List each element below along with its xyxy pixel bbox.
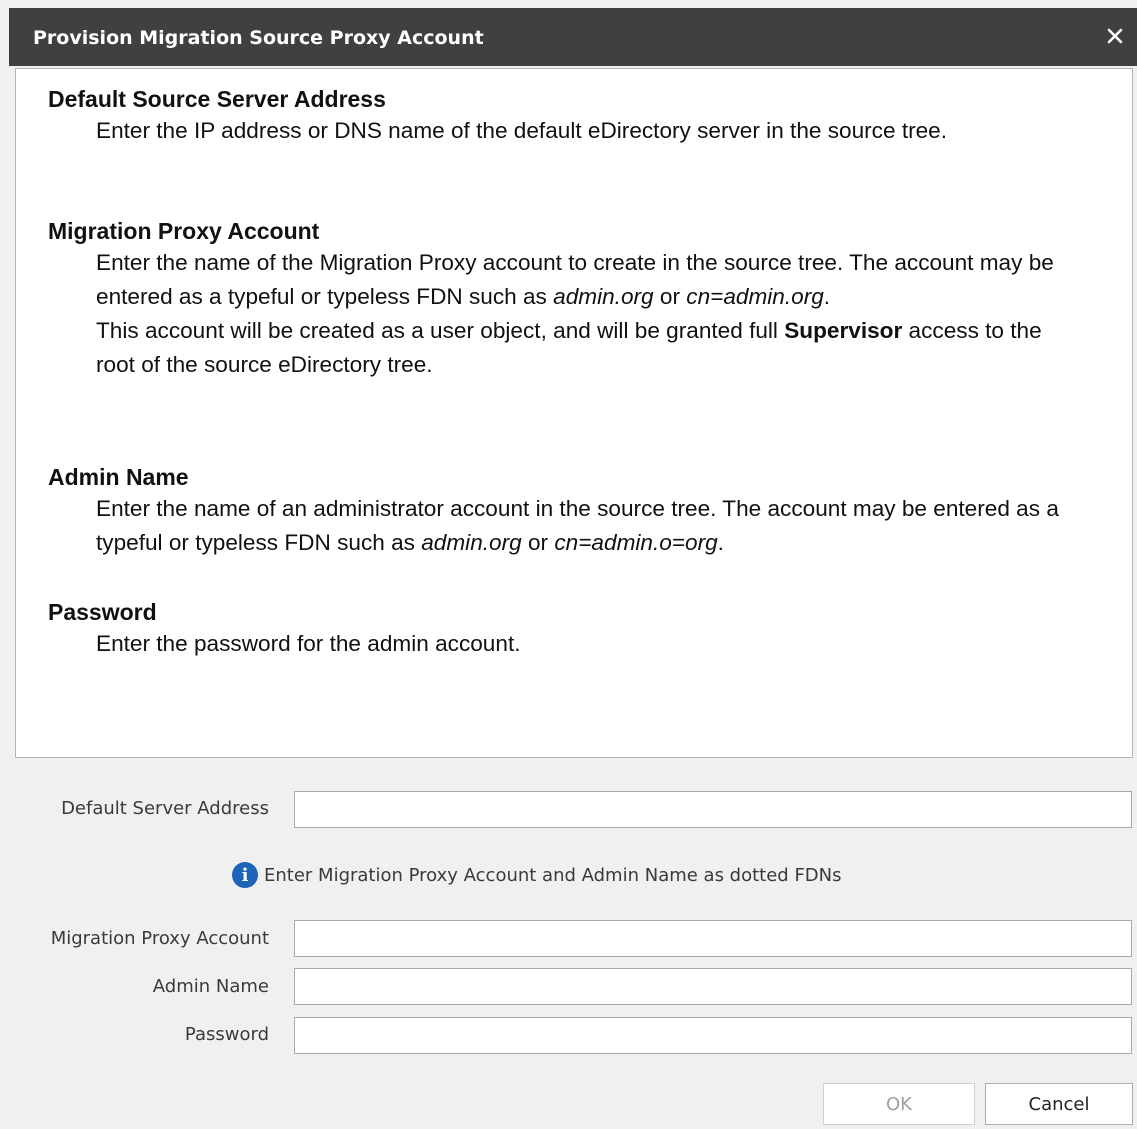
help-text-segment: This account will be created as a user o…	[96, 318, 785, 343]
help-text: Enter the name of an administrator accou…	[48, 492, 1068, 560]
provision-proxy-dialog: Provision Migration Source Proxy Account…	[0, 0, 1137, 1129]
help-example-fdn: admin.org	[553, 284, 654, 309]
help-text: Enter the password for the admin account…	[96, 631, 521, 656]
ok-button[interactable]: OK	[823, 1083, 975, 1125]
migration-proxy-account-input[interactable]	[294, 920, 1132, 957]
help-pane: Default Source Server Address Enter the …	[15, 68, 1133, 758]
help-bold-term: Supervisor	[784, 318, 903, 343]
default-server-address-input[interactable]	[294, 791, 1132, 828]
info-hint: i Enter Migration Proxy Account and Admi…	[232, 862, 842, 888]
close-button[interactable]	[1093, 14, 1137, 58]
help-text: Enter the name of the Migration Proxy ac…	[48, 246, 1068, 382]
help-text-segment: .	[717, 530, 724, 555]
help-text-segment: or	[521, 530, 555, 555]
help-section-admin-name: Admin Name Enter the name of an administ…	[48, 462, 1068, 560]
default-server-address-label: Default Server Address	[61, 798, 269, 819]
help-section-password: Password Enter the password for the admi…	[48, 597, 1068, 661]
admin-name-input[interactable]	[294, 968, 1132, 1005]
password-label: Password	[184, 1024, 269, 1045]
window-title: Provision Migration Source Proxy Account	[33, 27, 484, 49]
help-heading: Migration Proxy Account	[48, 218, 320, 244]
close-icon	[1107, 28, 1123, 44]
help-heading: Password	[48, 599, 157, 625]
help-text-segment: .	[823, 284, 831, 309]
help-example-fdn: cn=admin.o=org	[554, 530, 718, 555]
help-example-fdn: cn=admin.org	[686, 284, 824, 309]
help-section-default-server: Default Source Server Address Enter the …	[48, 84, 1068, 148]
help-text-segment: or	[653, 284, 687, 309]
password-input[interactable]	[294, 1017, 1132, 1054]
info-icon: i	[232, 862, 258, 888]
info-hint-text: Enter Migration Proxy Account and Admin …	[264, 864, 842, 886]
help-example-fdn: admin.org	[421, 530, 522, 555]
title-bar: Provision Migration Source Proxy Account	[9, 8, 1137, 66]
help-heading: Default Source Server Address	[48, 86, 386, 112]
admin-name-label: Admin Name	[152, 976, 269, 997]
help-text: Enter the IP address or DNS name of the …	[96, 118, 948, 143]
cancel-button[interactable]: Cancel	[985, 1083, 1133, 1125]
migration-proxy-account-label: Migration Proxy Account	[50, 928, 269, 949]
help-heading: Admin Name	[48, 464, 189, 490]
help-section-migration-proxy: Migration Proxy Account Enter the name o…	[48, 216, 1068, 382]
